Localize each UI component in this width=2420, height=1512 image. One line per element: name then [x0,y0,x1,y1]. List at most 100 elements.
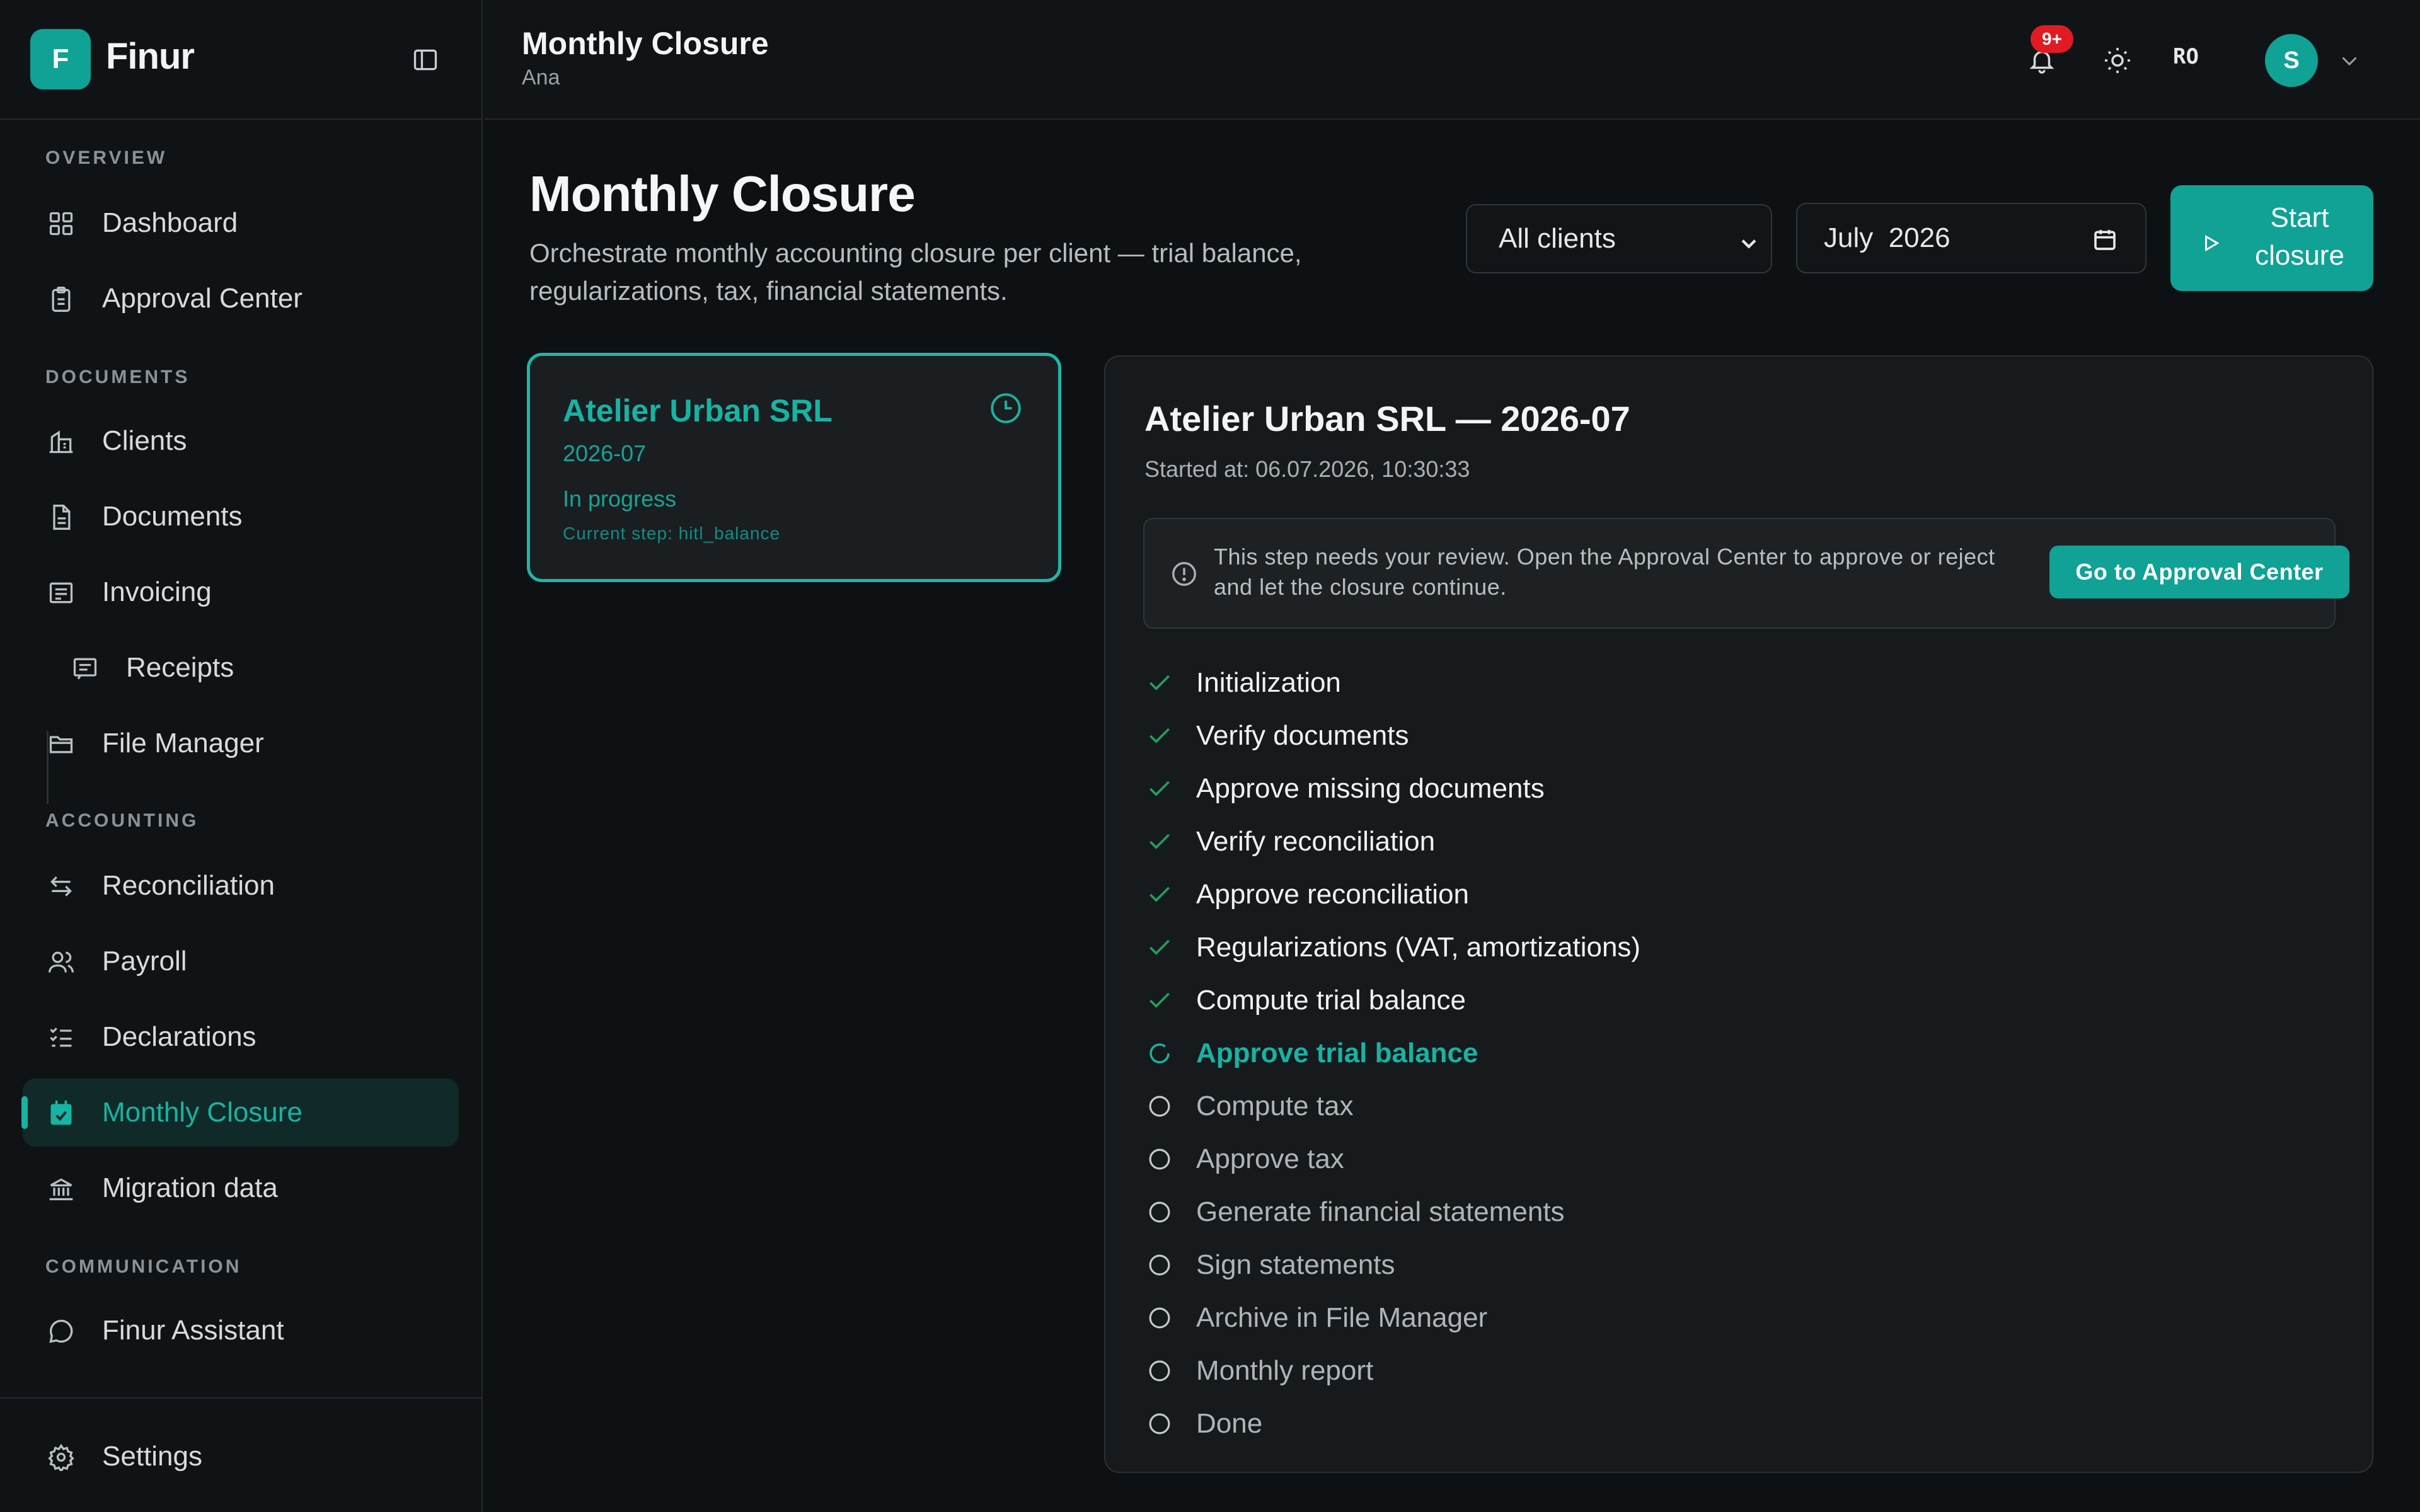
step-item: Approve trial balance [1143,1027,2278,1080]
chat-icon [45,1315,77,1347]
sidebar-item-finur-assistant[interactable]: Finur Assistant [23,1297,459,1365]
check-icon [1143,931,1176,964]
step-item: Regularizations (VAT, amortizations) [1143,921,2278,974]
brand-name[interactable]: Finur [106,35,195,77]
invoice-icon [45,577,77,609]
active-indicator [21,1096,28,1129]
sidebar-toggle-icon[interactable] [410,44,441,76]
step-label: Initialization [1196,667,1341,698]
start-closure-label: Start closure [2255,202,2344,271]
language-switch[interactable]: RO [2173,44,2199,69]
circle-icon [1143,1090,1176,1123]
calendar-icon[interactable] [2092,227,2118,259]
sidebar-item-payroll[interactable]: Payroll [23,927,459,995]
step-item: Verify reconciliation [1143,815,2278,868]
sidebar-item-declarations[interactable]: Declarations [23,1003,459,1071]
top-header: Monthly Closure Ana 9+ RO S [484,0,2420,120]
sidebar-item-migration-data[interactable]: Migration data [23,1154,459,1222]
page-title: Monthly Closure [529,166,916,222]
step-label: Verify reconciliation [1196,826,1436,857]
step-label: Approve missing documents [1196,773,1545,804]
step-item: Sign statements [1143,1239,2278,1292]
avatar[interactable]: S [2265,34,2318,87]
step-item: Approve reconciliation [1143,868,2278,921]
client-filter-value: All clients [1499,223,1616,254]
check-icon [1143,878,1176,911]
step-label: Sign statements [1196,1249,1395,1280]
check-icon [1143,825,1176,858]
sidebar-item-file-manager[interactable]: File Manager [23,709,459,777]
step-item: Monthly report [1143,1344,2278,1397]
sidebar: F Finur OVERVIEW Dashboard Approval Cent… [0,0,483,1512]
client-closure-card[interactable]: Atelier Urban SRL 2026-07 In progress Cu… [527,353,1061,582]
review-notice: This step needs your review. Open the Ap… [1143,518,2349,629]
checklist-icon [45,1022,77,1053]
section-overview: OVERVIEW [45,147,168,168]
header-title: Monthly Closure [522,26,769,61]
started-at: Started at: 06.07.2026, 10:30:33 [1144,456,1470,482]
step-item: Initialization [1143,656,2278,709]
sidebar-item-label: Approval Center [102,283,302,314]
sidebar-item-label: Declarations [102,1021,256,1052]
sidebar-item-documents[interactable]: Documents [23,483,459,551]
step-item: Verify documents [1143,709,2278,762]
check-icon [1143,667,1176,699]
step-label: Compute tax [1196,1091,1354,1121]
play-icon [2199,227,2222,265]
spinner-icon [1143,1037,1176,1070]
sidebar-footer: Settings [0,1397,483,1512]
step-item: Approve tax [1143,1133,2278,1186]
period-date-input[interactable]: July 2026 [1796,203,2146,273]
step-label: Compute trial balance [1196,985,1466,1016]
check-icon [1143,984,1176,1017]
info-icon [1170,559,1199,592]
brand: F Finur [0,0,483,120]
bank-icon [45,1173,77,1205]
arrows-icon [45,871,77,902]
step-label: Verify documents [1196,720,1409,751]
sidebar-item-invoicing[interactable]: Invoicing [23,558,459,626]
sidebar-item-label: Settings [102,1441,202,1472]
clipboard-icon [45,284,77,315]
sun-icon[interactable] [2097,40,2138,81]
sidebar-item-label: Receipts [126,652,234,683]
grid-icon [45,208,77,239]
page-description: Orchestrate monthly accounting closure p… [529,238,1302,306]
closure-detail-panel: Atelier Urban SRL — 2026-07 Started at: … [1104,355,2373,1473]
sidebar-item-dashboard[interactable]: Dashboard [23,189,459,257]
client-name: Atelier Urban SRL [563,393,833,428]
circle-icon [1143,1302,1176,1334]
sidebar-item-settings[interactable]: Settings [23,1423,459,1491]
sidebar-item-label: Payroll [102,946,187,976]
users-icon [45,946,77,978]
section-communication: COMMUNICATION [45,1256,242,1277]
sidebar-item-receipts[interactable]: Receipts [47,634,459,702]
step-label: Monthly report [1196,1355,1374,1386]
sidebar-item-label: Migration data [102,1172,278,1203]
calendar-check-icon [45,1097,77,1129]
header-subtitle: Ana [522,66,560,89]
go-to-approval-center-button[interactable]: Go to Approval Center [2049,546,2349,598]
circle-icon [1143,1354,1176,1387]
sidebar-item-label: Finur Assistant [102,1315,284,1346]
step-label: Generate financial statements [1196,1196,1565,1227]
sidebar-item-label: File Manager [102,728,264,759]
sidebar-item-label: Documents [102,501,243,532]
sidebar-item-label: Clients [102,425,187,456]
client-filter-select[interactable]: All clients [1466,204,1772,273]
step-label: Archive in File Manager [1196,1302,1488,1333]
sidebar-item-monthly-closure[interactable]: Monthly Closure [21,1079,459,1147]
check-icon [1143,719,1176,752]
step-item: Compute trial balance [1143,974,2278,1027]
step-item: Generate financial statements [1143,1186,2278,1239]
step-label: Done [1196,1408,1263,1439]
sidebar-item-clients[interactable]: Clients [23,407,459,475]
step-item: Approve missing documents [1143,762,2278,815]
check-icon [1143,772,1176,805]
start-closure-button[interactable]: Start closure [2170,185,2373,291]
clock-icon [988,390,1024,427]
sidebar-item-reconciliation[interactable]: Reconciliation [23,852,459,920]
chevron-down-icon[interactable] [2337,48,2362,73]
sidebar-item-approval-center[interactable]: Approval Center [23,265,459,333]
brand-logo[interactable]: F [30,29,91,89]
